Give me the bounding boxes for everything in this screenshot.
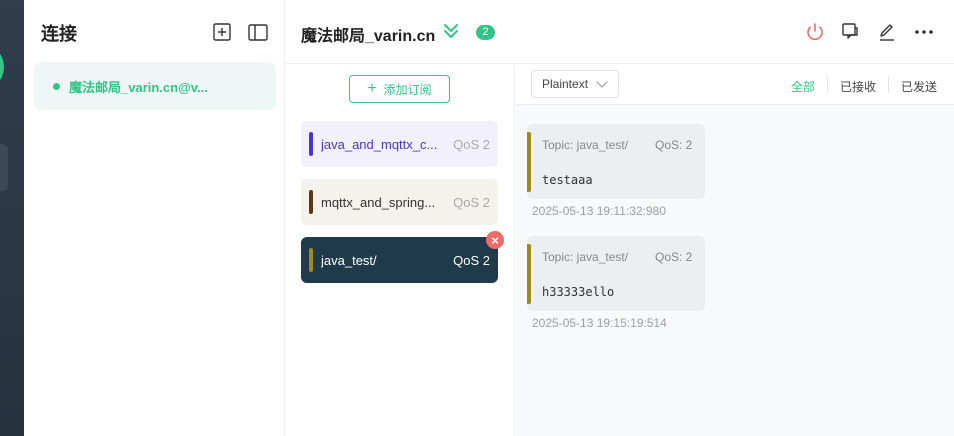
new-window-icon[interactable]	[840, 21, 862, 43]
power-icon[interactable]	[804, 21, 826, 43]
messages-panel: Plaintext 全部 已接收 已发送 Topic: java_test/ Q…	[516, 65, 954, 436]
filter-divider	[827, 77, 828, 93]
filter-all[interactable]: 全部	[791, 78, 815, 95]
app-logo[interactable]	[0, 50, 4, 84]
filter-divider	[888, 77, 889, 93]
app-window: 连接 魔法邮局_varin.cn@v... 魔法邮局_varin.cn 2 + …	[0, 0, 954, 436]
add-subscription-label: 添加订阅	[383, 82, 432, 97]
connection-item[interactable]: 魔法邮局_varin.cn@v...	[34, 62, 276, 110]
connection-toolbar: 魔法邮局_varin.cn 2	[285, 0, 954, 64]
message-topic: Topic: java_test/	[542, 250, 629, 264]
subscription-color-bar	[309, 190, 313, 214]
message-bubble[interactable]: Topic: java_test/ QoS: 2 h33333ello	[527, 236, 705, 311]
connections-panel: 连接 魔法邮局_varin.cn@v...	[24, 0, 285, 436]
subscription-qos: QoS 2	[453, 252, 490, 268]
nav-rail-active-item[interactable]	[0, 144, 8, 191]
subscription-topic: mqttx_and_spring...	[321, 194, 436, 210]
connected-status-dot	[53, 82, 60, 90]
new-connection-icon[interactable]	[212, 22, 232, 42]
nav-rail	[0, 0, 24, 436]
message-payload: testaaa	[542, 173, 593, 187]
subscription-qos: QoS 2	[453, 136, 490, 152]
connection-title: 魔法邮局_varin.cn	[301, 28, 436, 45]
edit-icon[interactable]	[876, 21, 898, 43]
chevron-down-icon	[596, 78, 608, 93]
subscription-item[interactable]: mqttx_and_spring... QoS 2	[301, 179, 498, 225]
subscriptions-list: + 添加订阅 java_and_mqttx_c... QoS 2 mqttx_a…	[285, 65, 515, 436]
message-qos: QoS: 2	[655, 138, 693, 152]
payload-format-select[interactable]: Plaintext	[531, 70, 619, 98]
message-bubble[interactable]: Topic: java_test/ QoS: 2 testaaa	[527, 124, 705, 199]
subscription-count-badge: 2	[476, 25, 495, 40]
message-color-bar	[527, 244, 531, 304]
messages-toolbar: Plaintext 全部 已接收 已发送	[516, 65, 954, 105]
message-timestamp: 2025-05-13 19:15:19:514	[532, 316, 667, 330]
message-timestamp: 2025-05-13 19:11:32:980	[532, 204, 666, 218]
unsubscribe-close-icon[interactable]: ×	[486, 231, 504, 249]
subscription-qos: QoS 2	[453, 194, 490, 210]
filter-received[interactable]: 已接收	[840, 78, 876, 95]
subscription-topic: java_and_mqttx_c...	[321, 136, 438, 152]
subscription-color-bar	[309, 132, 313, 156]
add-subscription-button[interactable]: + 添加订阅	[349, 75, 450, 103]
toggle-panel-icon[interactable]	[248, 22, 268, 42]
subscription-item-active[interactable]: java_test/ QoS 2 ×	[301, 231, 504, 283]
connection-name: 魔法邮局_varin.cn@v...	[69, 79, 208, 95]
chevron-double-down-icon[interactable]	[443, 22, 461, 42]
subscription-item[interactable]: java_and_mqttx_c... QoS 2	[301, 121, 498, 167]
subscription-color-bar	[309, 248, 313, 272]
message-color-bar	[527, 132, 531, 192]
connections-title: 连接	[41, 24, 77, 44]
payload-format-value: Plaintext	[542, 77, 589, 91]
message-topic: Topic: java_test/	[542, 138, 629, 152]
filter-sent[interactable]: 已发送	[901, 78, 937, 95]
more-icon[interactable]	[913, 21, 935, 43]
message-payload: h33333ello	[542, 285, 615, 299]
connection-detail: 魔法邮局_varin.cn 2 + 添加订阅 java_and_mqttx_c.…	[285, 0, 954, 436]
plus-icon: +	[367, 80, 377, 97]
subscription-topic: java_test/	[321, 252, 377, 268]
message-qos: QoS: 2	[655, 250, 693, 264]
